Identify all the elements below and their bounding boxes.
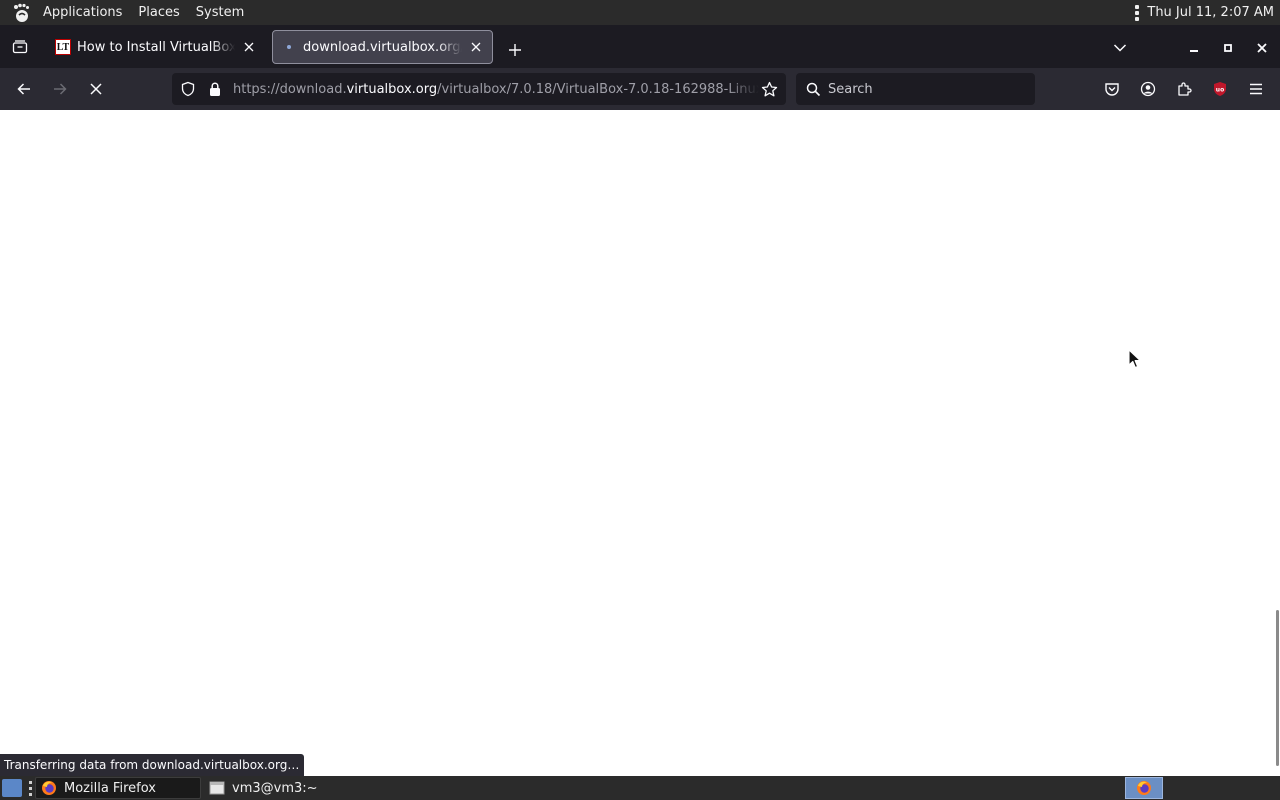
url-host: virtualbox.org (346, 81, 438, 97)
search-field[interactable]: Search (796, 73, 1035, 105)
firefox-icon (1137, 781, 1151, 795)
taskbar-handle-icon[interactable] (27, 779, 33, 797)
plus-icon (509, 44, 521, 56)
tab-how-to-install-virtualbox[interactable]: LT How to Install VirtualBox on (47, 30, 265, 64)
close-tab-icon[interactable] (241, 39, 257, 55)
pocket-icon (1105, 83, 1119, 96)
app-menu-button[interactable] (1243, 77, 1269, 101)
forward-button[interactable] (47, 77, 73, 101)
bottom-taskbar: Mozilla Firefox vm3@vm3:~ (0, 776, 1280, 800)
linuxtechi-favicon-icon: LT (55, 39, 71, 55)
firefox-view-icon[interactable] (0, 25, 40, 68)
forward-arrow-icon (54, 83, 67, 95)
search-placeholder: Search (828, 81, 873, 97)
url-scheme: https://download. (233, 81, 347, 97)
mouse-pointer-icon (1128, 349, 1141, 369)
ublock-origin-button[interactable]: uo (1207, 77, 1233, 101)
panel-status-area: Thu Jul 11, 2:07 AM (1135, 0, 1274, 25)
url-text[interactable]: https://download. virtualbox.org/virtualb… (233, 73, 759, 105)
close-icon (1257, 43, 1267, 53)
url-path: /virtualbox/7.0.18/VirtualBox-7.0.18-162… (437, 81, 759, 97)
search-icon (804, 80, 822, 98)
loading-indicator-icon (281, 39, 297, 55)
minimize-button[interactable] (1182, 38, 1206, 58)
list-all-tabs-button[interactable] (1108, 38, 1132, 58)
lock-icon[interactable] (206, 80, 224, 98)
account-icon (1140, 81, 1156, 97)
back-arrow-icon (17, 83, 30, 95)
applications-menu[interactable]: Applications (35, 5, 130, 20)
tab-title: download.virtualbox.org/vir (303, 39, 462, 55)
hamburger-menu-icon (1250, 83, 1262, 95)
clock[interactable]: Thu Jul 11, 2:07 AM (1147, 5, 1274, 20)
puzzle-icon (1178, 82, 1192, 96)
ublock-shield-icon: uo (1214, 82, 1226, 96)
minimize-icon (1190, 50, 1198, 52)
taskbar-item-label: vm3@vm3:~ (232, 780, 318, 796)
address-bar[interactable]: https://download. virtualbox.org/virtualb… (172, 73, 786, 105)
close-window-button[interactable] (1250, 38, 1274, 58)
svg-text:uo: uo (1216, 87, 1224, 94)
taskbar-item-firefox[interactable]: Mozilla Firefox (35, 777, 201, 799)
maximize-icon (1224, 44, 1232, 52)
top-panel: Applications Places System Thu Jul 11, 2… (0, 0, 1280, 25)
chevron-down-icon (1113, 44, 1127, 52)
taskbar-item-terminal[interactable]: vm3@vm3:~ (204, 777, 364, 799)
panel-overflow-icon[interactable] (1135, 4, 1140, 21)
terminal-icon (208, 779, 226, 797)
maximize-button[interactable] (1216, 38, 1240, 58)
close-tab-icon[interactable] (468, 39, 484, 55)
extensions-button[interactable] (1171, 77, 1197, 101)
back-button[interactable] (11, 77, 37, 101)
tab-download-virtualbox[interactable]: download.virtualbox.org/vir (272, 30, 493, 64)
workspace-switcher[interactable] (1125, 777, 1163, 799)
navigation-toolbar: https://download. virtualbox.org/virtualb… (0, 68, 1280, 110)
account-button[interactable] (1135, 77, 1161, 101)
stop-icon (90, 83, 102, 95)
vertical-scrollbar[interactable] (1276, 610, 1279, 766)
new-tab-button[interactable] (503, 38, 527, 62)
taskbar-item-label: Mozilla Firefox (64, 780, 156, 796)
page-content[interactable] (0, 110, 1280, 776)
places-menu[interactable]: Places (130, 5, 187, 20)
stop-loading-button[interactable] (83, 77, 109, 101)
bookmark-star-icon[interactable] (760, 80, 778, 98)
firefox-icon (40, 779, 58, 797)
tab-strip: LT How to Install VirtualBox on download… (0, 25, 1280, 68)
gnome-foot-icon[interactable] (12, 3, 32, 23)
status-message: Transferring data from download.virtualb… (0, 754, 304, 776)
tracking-protection-shield-icon[interactable] (179, 80, 197, 98)
pocket-button[interactable] (1099, 77, 1125, 101)
tab-title: How to Install VirtualBox on (77, 39, 235, 55)
show-desktop-icon[interactable] (2, 779, 22, 797)
system-menu[interactable]: System (188, 5, 252, 20)
